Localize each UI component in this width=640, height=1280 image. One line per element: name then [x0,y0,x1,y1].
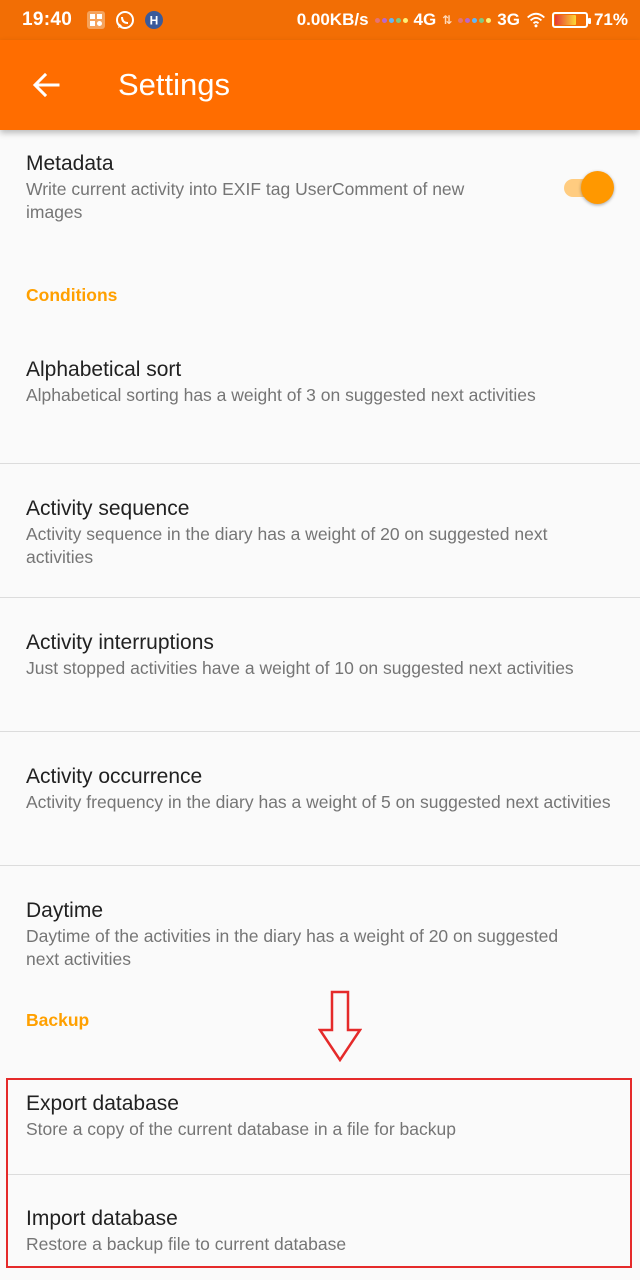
pref-alphabetical-sort[interactable]: Alphabetical sort Alphabetical sorting h… [0,256,640,463]
pref-title: Alphabetical sort [26,358,182,381]
back-arrow-icon [32,72,60,98]
app-notification-icon [86,10,106,30]
pref-summary: Restore a backup file to current databas… [26,1234,347,1254]
settings-list: Metadata Write current activity into EXI… [0,130,640,1280]
pref-activity-interruptions[interactable]: Activity interruptions Just stopped acti… [0,598,640,731]
page-title: Settings [118,67,231,102]
svg-text:H: H [150,14,159,28]
pref-activity-occurrence[interactable]: Activity occurrence Activity frequency i… [0,732,640,865]
pref-summary: Daytime of the activities in the diary h… [26,926,559,969]
whatsapp-icon [115,10,135,30]
pref-import-database[interactable]: Import database Restore a backup file to… [0,1175,640,1280]
pref-summary: Activity sequence in the diary has a wei… [26,524,548,567]
pref-summary: Write current activity into EXIF tag Use… [26,179,465,222]
sim1-signal-icon [374,17,408,23]
status-time: 19:40 [22,9,73,30]
sim2-network-type: 3G [497,10,520,29]
metadata-toggle[interactable] [564,170,614,204]
pref-daytime[interactable]: Daytime Daytime of the activities in the… [0,866,640,998]
pref-activity-sequence[interactable]: Activity sequence Activity sequence in t… [0,464,640,597]
messenger-icon: H [144,10,164,30]
data-arrows-icon: ⇅ [442,13,453,27]
battery-fill [554,15,577,25]
pref-summary: Activity frequency in the diary has a we… [26,792,611,812]
status-bar: 19:40 H 0.00KB/s 4G ⇅ 3G 71% [0,0,640,40]
pref-summary: Store a copy of the current database in … [26,1119,456,1139]
pref-summary: Alphabetical sorting has a weight of 3 o… [26,385,536,405]
pref-title: Metadata [26,152,114,175]
toggle-thumb [581,171,614,204]
pref-title: Import database [26,1207,178,1230]
pref-summary: Just stopped activities have a weight of… [26,658,574,678]
annotation-down-arrow-icon [318,990,362,1062]
pref-title: Activity interruptions [26,631,214,654]
pref-title: Daytime [26,899,104,922]
network-speed: 0.00KB/s [296,10,369,29]
pref-title: Export database [26,1092,179,1115]
pref-metadata[interactable]: Metadata Write current activity into EXI… [0,130,640,244]
battery-percent: 71% [593,10,628,29]
wifi-icon [526,10,546,30]
battery-icon [551,12,591,28]
pref-title: Activity occurrence [26,765,203,788]
sim1-network-type: 4G [413,10,437,29]
back-button[interactable] [18,57,74,113]
pref-export-database[interactable]: Export database Store a copy of the curr… [0,1056,640,1174]
sim2-signal-icon [458,17,492,23]
app-toolbar: Settings [0,40,640,130]
pref-title: Activity sequence [26,497,190,520]
